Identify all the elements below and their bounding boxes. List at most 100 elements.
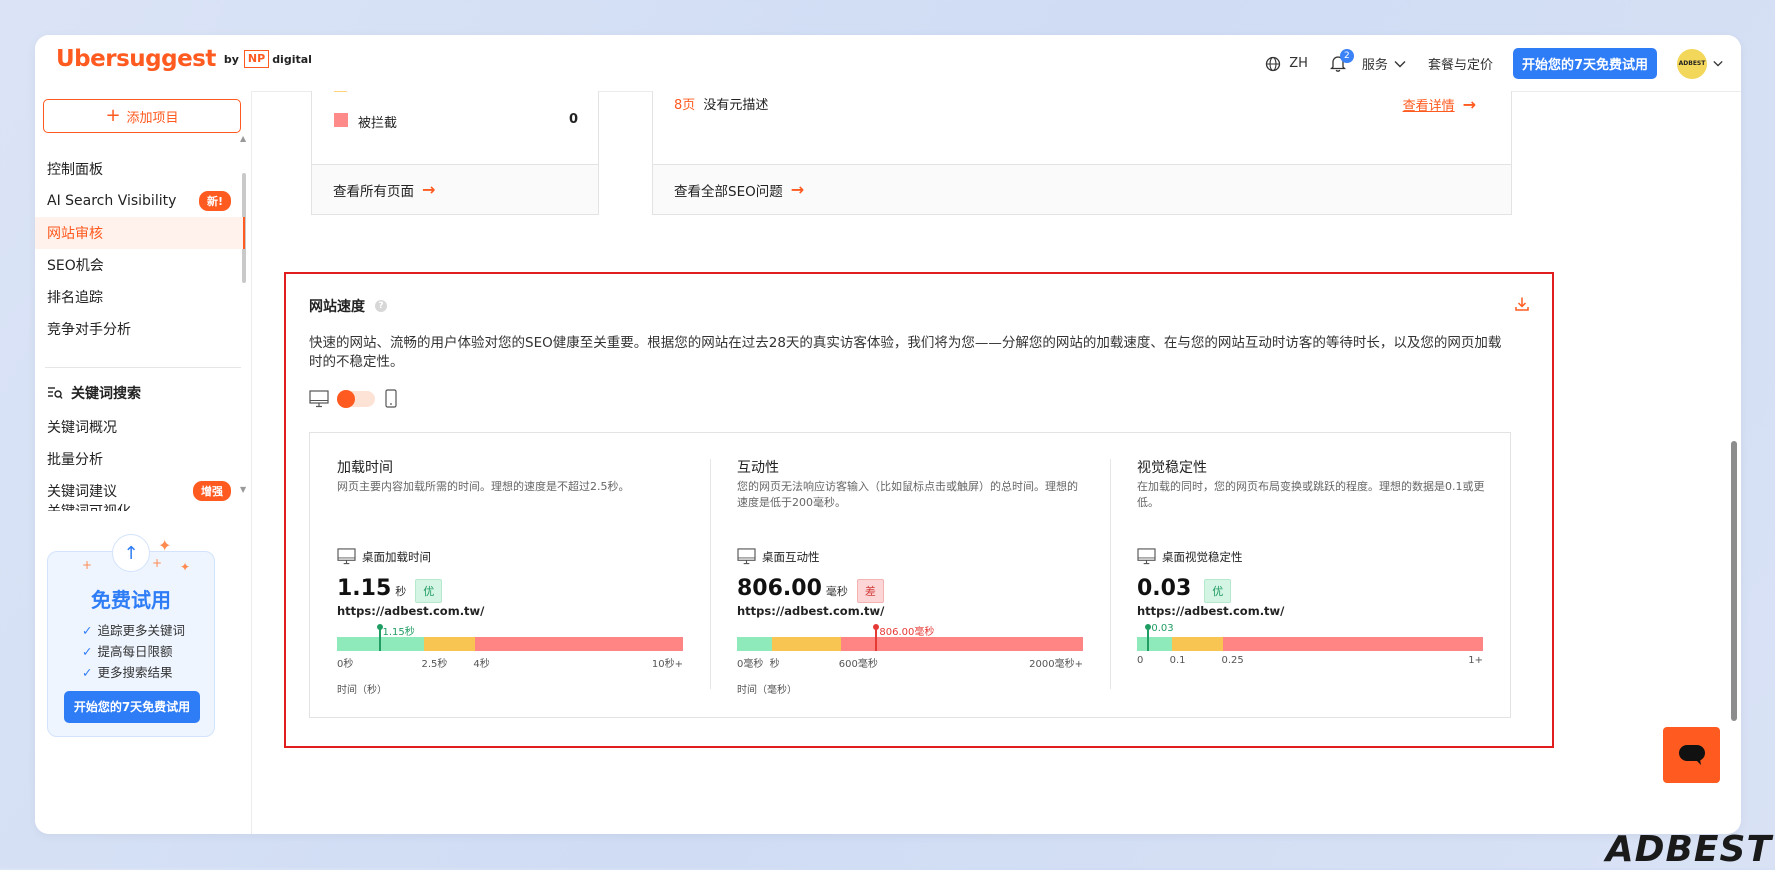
sidebar-item-competitor-analysis[interactable]: 竞争对手分析 xyxy=(35,313,245,345)
arrow-right-icon: → xyxy=(422,180,436,199)
metric-subtitle: 桌面互动性 xyxy=(737,548,820,565)
value-marker xyxy=(376,624,383,651)
metric-ticks: 0 0.1 0.25 1+ xyxy=(1137,655,1483,669)
help-icon[interactable]: ? xyxy=(375,300,387,312)
section-label: 关键词搜索 xyxy=(71,386,141,402)
bar-segment xyxy=(1171,637,1224,651)
sparkle-icon: ✦ xyxy=(180,560,191,574)
metric-url: https://adbest.com.tw/ xyxy=(737,604,885,618)
sidebar-item-site-audit[interactable]: 网站审核 xyxy=(35,217,245,249)
marker-label: 1.15秒 xyxy=(382,627,415,638)
avatar[interactable]: ADBEST xyxy=(1677,48,1707,79)
tick-label: 2000毫秒+ xyxy=(1029,659,1083,670)
view-details-link[interactable]: 查看详情 → xyxy=(1403,95,1476,114)
mobile-icon[interactable] xyxy=(385,389,397,408)
pricing-link[interactable]: 套餐与定价 xyxy=(1428,54,1493,73)
sidebar-item-label: SEO机会 xyxy=(47,258,104,274)
logo[interactable]: Ubersuggest by NP digital xyxy=(56,46,312,72)
promo-point: ✓ 更多搜索结果 xyxy=(82,665,173,680)
tick-label: 0 xyxy=(1137,655,1144,666)
view-all-pages-link[interactable]: 查看所有页面 → xyxy=(312,164,598,214)
add-project-button[interactable]: + 添加项目 xyxy=(43,99,241,133)
sidebar-item-dashboard[interactable]: 控制面板 xyxy=(35,153,245,185)
metric-axis-label: 时间（毫秒） xyxy=(737,685,797,696)
arrow-right-icon: → xyxy=(790,180,805,199)
blocked-value: 0 xyxy=(568,112,578,127)
notifications-button[interactable]: 2 xyxy=(1329,49,1354,72)
section-description: 快速的网站、流畅的用户体验对您的SEO健康至关重要。根据您的网站在过去28天的真… xyxy=(309,335,1502,370)
issue-text: 没有元描述 xyxy=(703,98,769,113)
metric-subtitle: 桌面视觉稳定性 xyxy=(1137,548,1243,565)
legend-swatch xyxy=(334,91,347,92)
plus-icon: + xyxy=(105,105,121,126)
device-switch[interactable] xyxy=(337,389,375,408)
metric-load-time: 加载时间 网页主要内容加载所需的时间。理想的速度是不超过2.5秒。 桌面加载时间… xyxy=(310,433,710,717)
metric-number: 806.00 xyxy=(737,576,822,601)
tick-label: 0秒 xyxy=(337,659,354,670)
logo-by: by xyxy=(223,52,239,66)
arrow-up-icon: ↑ xyxy=(112,534,150,572)
pricing-label: 套餐与定价 xyxy=(1427,58,1493,73)
metric-axis-label: 时间（秒） xyxy=(337,685,387,696)
main-scrollbar[interactable] xyxy=(1731,441,1737,721)
marker-label: 806.00毫秒 xyxy=(879,627,935,638)
metric-unit: 秒 xyxy=(395,585,407,598)
sidebar-item-rank-tracking[interactable]: 排名追踪 xyxy=(35,281,245,313)
sidebar-item-ai-search-visibility[interactable]: AI Search Visibility 新! xyxy=(35,185,245,217)
promo-title: 免费试用 xyxy=(91,588,171,612)
metric-interactivity: 互动性 您的网页无法响应访客输入（比如鼠标点击或触屏）的总时间。理想的速度是低于… xyxy=(710,433,1110,717)
issue-count: 8页 xyxy=(674,98,696,113)
start-trial-button[interactable]: 开始您的7天免费试用 xyxy=(1512,48,1657,79)
sidebar-divider xyxy=(45,367,241,368)
sidebar: + 添加项目 ▲ ▼ 控制面板 AI Search Visibility 新! 网… xyxy=(35,91,252,834)
notification-count: 2 xyxy=(1339,49,1354,63)
metric-description: 在加载的同时，您的网页布局变换或跳跃的程度。理想的数据是0.1或更低。 xyxy=(1137,480,1485,509)
legend-swatch-blocked xyxy=(334,113,348,127)
arrow-right-icon: → xyxy=(1462,95,1476,114)
sidebar-item-label: 网站审核 xyxy=(47,226,103,242)
metrics-panel: 加载时间 网页主要内容加载所需的时间。理想的速度是不超过2.5秒。 桌面加载时间… xyxy=(309,432,1511,718)
sidebar-item-seo-opportunities[interactable]: SEO机会 xyxy=(35,249,245,281)
metric-description: 您的网页无法响应访客输入（比如鼠标点击或触屏）的总时间。理想的速度是低于200毫… xyxy=(737,480,1078,509)
sidebar-item-keyword-overview[interactable]: 关键词概况 xyxy=(35,411,245,443)
sidebar-item-label: 竞争对手分析 xyxy=(47,322,131,338)
metric-visual-stability: 视觉稳定性 在加载的同时，您的网页布局变换或跳跃的程度。理想的数据是0.1或更低… xyxy=(1110,433,1510,717)
site-speed-section: 网站速度 ? 快速的网站、流畅的用户体验对您的SEO健康至关重要。根据您的网站在… xyxy=(284,272,1554,748)
metric-unit: 毫秒 xyxy=(825,585,848,598)
sidebar-item-bulk-analysis[interactable]: 批量分析 xyxy=(35,443,245,475)
marker-label: 0.03 xyxy=(1151,623,1174,634)
logo-digital: digital xyxy=(272,52,312,66)
chat-button[interactable] xyxy=(1663,727,1720,783)
scroll-up-arrow[interactable]: ▲ xyxy=(240,134,246,143)
tick-label: 1+ xyxy=(1468,655,1483,666)
metric-bar: 1.15秒 xyxy=(337,624,683,651)
metric-value: 0.03 优 xyxy=(1137,576,1232,603)
desktop-icon xyxy=(1137,548,1156,565)
chevron-down-icon[interactable] xyxy=(1713,60,1723,67)
view-all-seo-issues-link[interactable]: 查看全部SEO问题 → xyxy=(653,164,1511,214)
tick-label: 4秒 xyxy=(473,659,490,670)
tick-label: 10秒+ xyxy=(651,659,683,670)
desktop-icon[interactable] xyxy=(309,389,329,408)
value-marker xyxy=(1145,624,1152,651)
metric-title: 视觉稳定性 xyxy=(1137,460,1207,476)
sidebar-item-keyword-visualization[interactable]: 关键词可视化 xyxy=(35,499,245,511)
download-icon[interactable] xyxy=(1514,296,1530,312)
promo-trial-button[interactable]: 开始您的7天免费试用 xyxy=(64,691,200,723)
services-menu[interactable]: 服务 xyxy=(1362,54,1406,73)
check-icon: ✓ xyxy=(82,665,93,680)
grade-badge: 差 xyxy=(856,579,884,603)
language-selector[interactable]: ZH xyxy=(1265,56,1308,72)
bar-segment xyxy=(771,637,841,651)
check-icon: ✓ xyxy=(82,644,93,659)
desktop-icon xyxy=(737,548,756,565)
top-header: Ubersuggest by NP digital ZH 2 服务 套餐与定价 … xyxy=(35,35,1741,92)
keyword-research-section[interactable]: 关键词搜索 xyxy=(47,383,141,403)
metric-url: https://adbest.com.tw/ xyxy=(1137,604,1285,618)
bar-segment xyxy=(737,637,772,651)
sidebar-item-label: 控制面板 xyxy=(47,162,103,178)
add-project-label: 添加项目 xyxy=(126,110,179,126)
device-toggle xyxy=(309,389,397,408)
sidebar-item-label: 排名追踪 xyxy=(47,290,103,306)
issue-row: 8页 没有元描述 xyxy=(674,94,768,113)
